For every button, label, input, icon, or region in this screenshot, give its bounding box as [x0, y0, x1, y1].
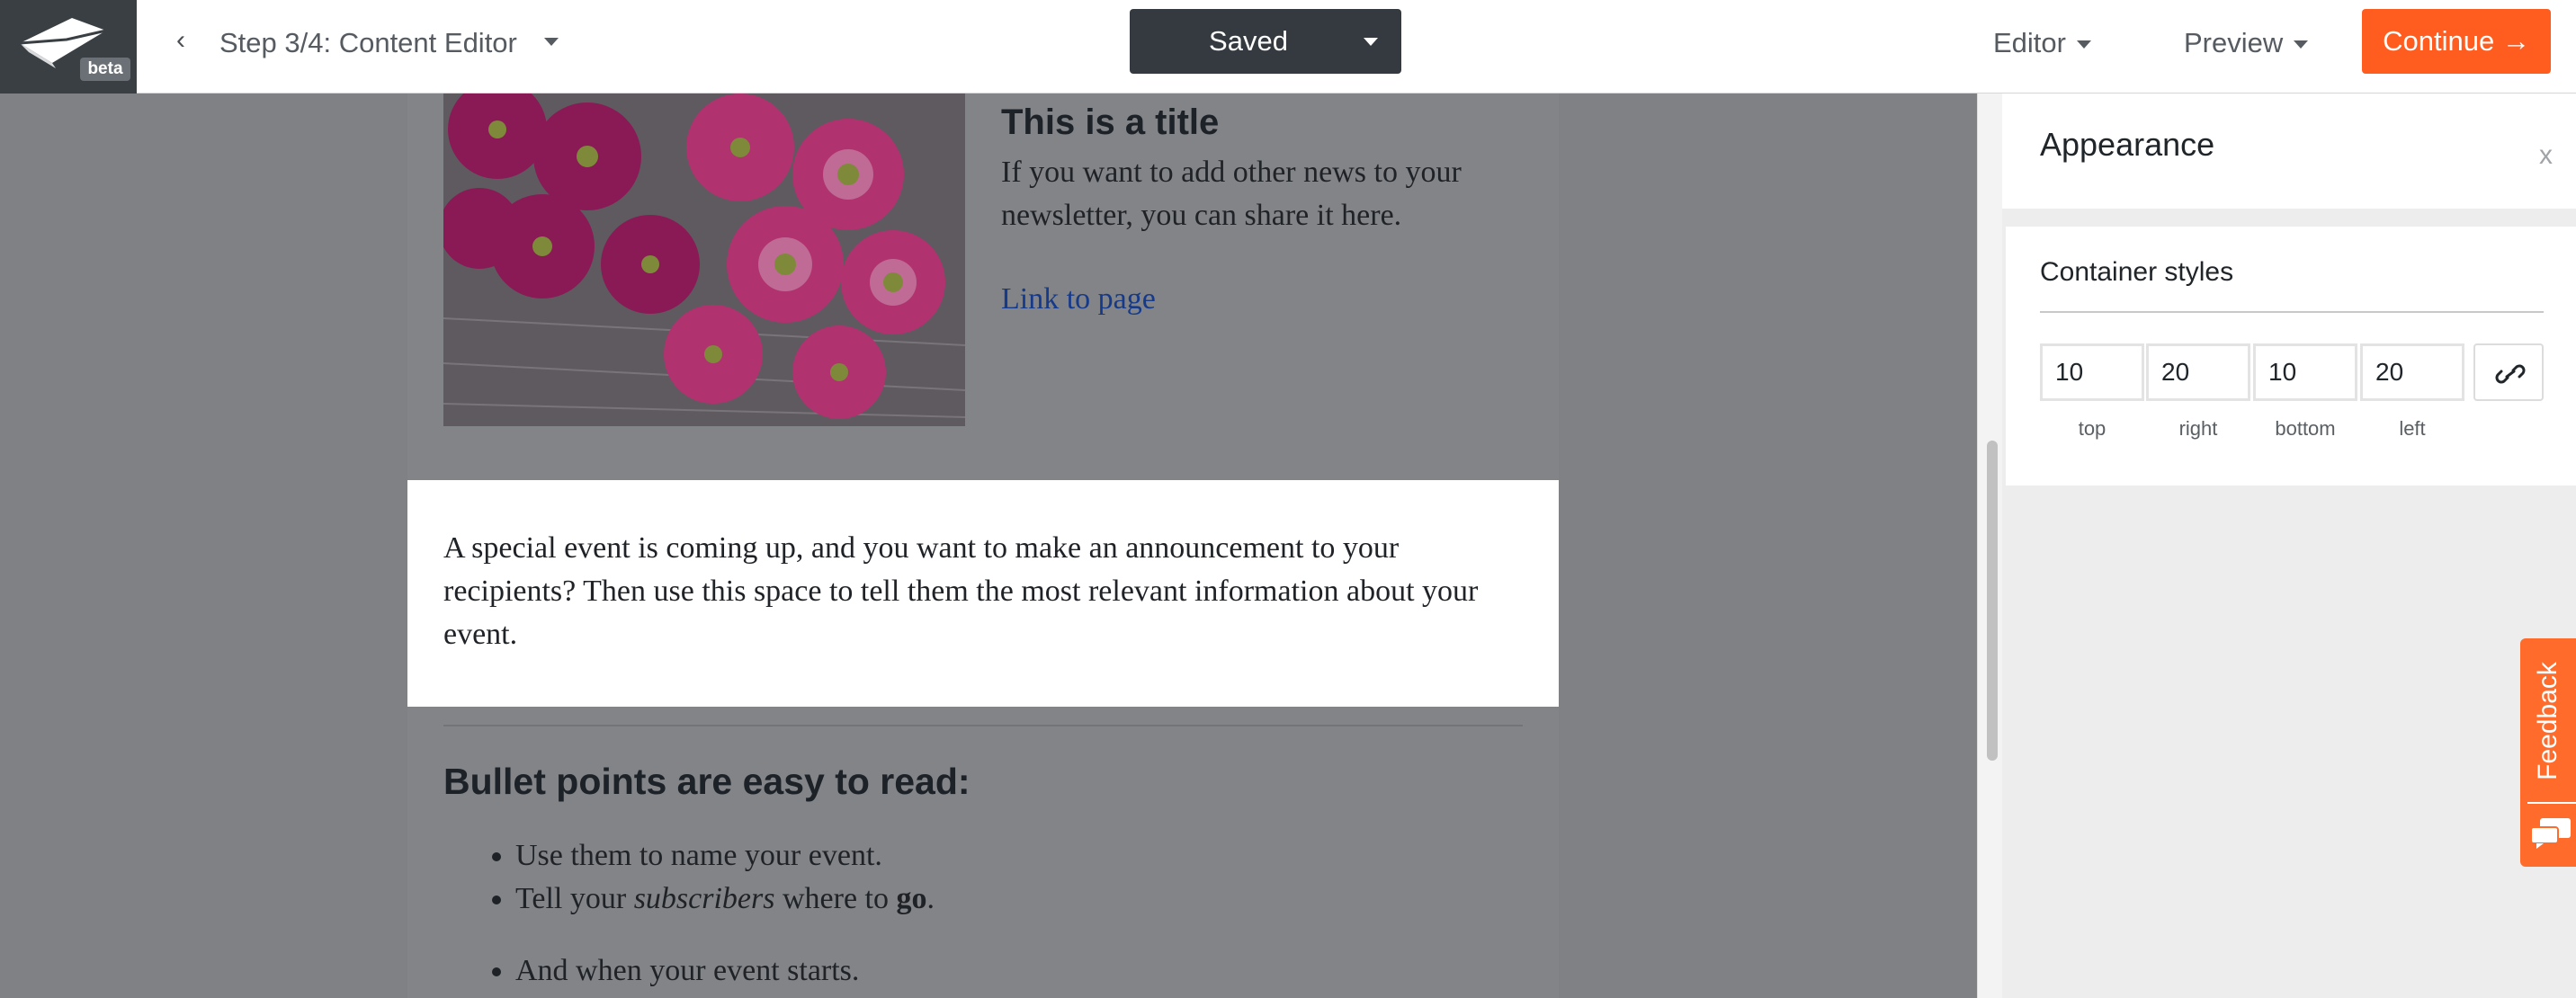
list-item-strong: go — [896, 882, 927, 915]
editor-canvas[interactable]: This is a title If you want to add other… — [0, 94, 1977, 998]
list-item-text: Use them to name your event. — [515, 839, 882, 872]
editor-menu[interactable]: Editor — [1993, 27, 2091, 59]
list-item: Tell your subscribers where to go. — [515, 878, 935, 921]
event-text[interactable]: A special event is coming up, and you wa… — [443, 527, 1523, 656]
email-preview: This is a title If you want to add other… — [407, 94, 1559, 998]
padding-right-input[interactable]: 20 — [2146, 343, 2250, 401]
section-title: Container styles — [2040, 257, 2234, 287]
divider — [2040, 311, 2544, 313]
appearance-panel: Appearance x Container styles 10 20 10 2… — [2002, 94, 2576, 998]
caret-down-icon — [2076, 40, 2091, 49]
top-bar: beta ‹ Step 3/4: Content Editor Saved Ed… — [0, 0, 2576, 94]
continue-button[interactable]: Continue → — [2362, 9, 2551, 74]
padding-left-label: left — [2399, 417, 2426, 440]
panel-title: Appearance — [2040, 126, 2215, 163]
caret-down-icon[interactable] — [1364, 38, 1378, 46]
padding-left-input[interactable]: 20 — [2360, 343, 2464, 401]
padding-top-input[interactable]: 10 — [2040, 343, 2144, 401]
list-item-text: . — [926, 882, 935, 915]
padding-bottom-input[interactable]: 10 — [2253, 343, 2357, 401]
list-item-text: where to — [774, 882, 897, 915]
flower-image[interactable] — [443, 94, 965, 426]
beta-badge: beta — [80, 58, 130, 81]
news-text[interactable]: If you want to add other news to your ne… — [1001, 151, 1541, 237]
news-title[interactable]: This is a title — [1001, 102, 1219, 143]
list-item: Use them to name your event. — [515, 834, 935, 878]
saved-label[interactable]: Saved — [1130, 9, 1367, 74]
back-button[interactable]: ‹ — [176, 25, 185, 56]
bullets-heading[interactable]: Bullet points are easy to read: — [443, 761, 970, 803]
news-link[interactable]: Link to page — [1001, 282, 1156, 316]
padding-bottom-label: bottom — [2275, 417, 2336, 440]
divider — [443, 725, 1523, 726]
bullet-list[interactable]: Use them to name your event. Tell your s… — [515, 834, 935, 993]
caret-down-icon — [2294, 40, 2309, 49]
editor-menu-label[interactable]: Editor — [1993, 27, 2066, 58]
chat-icon — [2530, 818, 2571, 849]
scrollbar-thumb[interactable] — [1987, 441, 1998, 761]
saved-button[interactable]: Saved — [1130, 9, 1401, 74]
preview-menu[interactable]: Preview — [2184, 27, 2309, 59]
list-item-text: And when your event starts. — [515, 954, 860, 987]
feedback-label[interactable]: Feedback — [2533, 662, 2563, 780]
link-icon — [2495, 364, 2526, 384]
container-styles-card: Container styles 10 20 10 20 top right b… — [2006, 227, 2576, 486]
app-logo[interactable]: beta — [0, 0, 137, 94]
list-item-emphasis: subscribers — [633, 882, 775, 915]
canvas-scrollbar[interactable] — [1977, 94, 2002, 998]
link-padding-button[interactable] — [2473, 343, 2544, 401]
padding-top-label: top — [2078, 417, 2106, 440]
preview-menu-label[interactable]: Preview — [2184, 27, 2283, 58]
list-item-text: Tell your — [515, 882, 634, 915]
divider — [2527, 802, 2576, 804]
padding-right-label: right — [2178, 417, 2218, 440]
step-dropdown[interactable]: Step 3/4: Content Editor — [219, 27, 517, 59]
panel-header: Appearance x — [2002, 94, 2576, 209]
feedback-tab[interactable]: Feedback — [2520, 638, 2576, 867]
close-icon[interactable]: x — [2539, 140, 2553, 171]
selected-text-block[interactable]: A special event is coming up, and you wa… — [407, 480, 1559, 707]
caret-down-icon[interactable] — [544, 38, 559, 46]
list-item: And when your event starts. — [515, 949, 935, 993]
